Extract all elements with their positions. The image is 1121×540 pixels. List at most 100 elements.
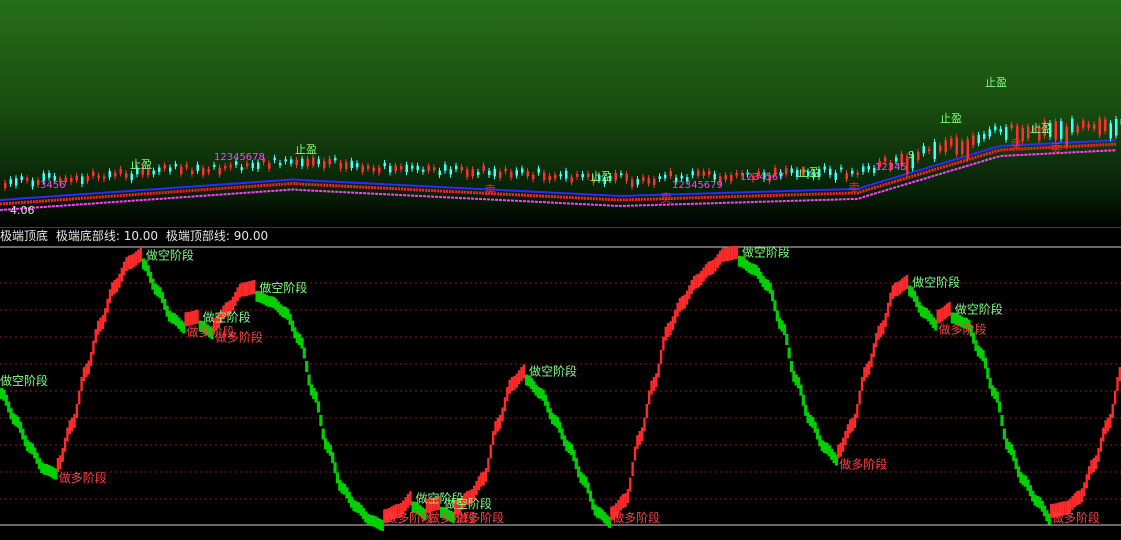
rising-bar: [665, 327, 667, 341]
rising-bar: [1114, 391, 1116, 405]
rising-bar: [520, 367, 522, 381]
short-phase-label: 做空阶段: [742, 246, 790, 260]
rising-bar: [239, 284, 241, 298]
rising-bar: [69, 420, 71, 434]
top-line-value: 极端顶部线: 90.00: [166, 229, 268, 243]
candle-body: [950, 139, 953, 146]
rising-bar: [646, 404, 648, 418]
rising-bar: [189, 312, 191, 326]
stop-profit-label: 止盈: [590, 170, 612, 183]
falling-bar: [1003, 429, 1006, 440]
rising-bar: [849, 419, 851, 433]
candle-body: [92, 171, 95, 175]
long-phase-label: 做多阶段: [215, 330, 263, 345]
candle-body: [989, 130, 992, 137]
candle-body: [1077, 126, 1080, 133]
rising-bar: [650, 381, 652, 395]
rising-bar: [939, 309, 941, 323]
candle-body: [373, 167, 376, 171]
candle-body: [1082, 121, 1085, 128]
candle-body: [681, 176, 684, 179]
candle-body: [1055, 122, 1058, 140]
rising-bar: [634, 447, 636, 461]
short-phase-label: 做空阶段: [955, 301, 1003, 316]
rising-bar: [95, 329, 97, 343]
rising-bar: [1083, 482, 1085, 496]
candle-body: [197, 165, 200, 171]
candle-body: [466, 169, 469, 177]
rising-bar: [404, 497, 406, 511]
candle-body: [351, 161, 354, 168]
rising-bar: [672, 316, 674, 330]
short-phase-label: 做空阶段: [529, 364, 577, 379]
candle-body: [571, 177, 574, 182]
falling-bar: [998, 402, 1001, 413]
candle-body: [98, 175, 101, 178]
candle-body: [417, 166, 420, 170]
candle-body: [428, 166, 431, 171]
stop-profit-label: 止盈: [130, 158, 152, 171]
candle-body: [978, 135, 981, 143]
rising-bar: [192, 311, 194, 325]
falling-bar: [785, 334, 788, 345]
rising-bar: [847, 424, 849, 438]
candle-body: [824, 166, 827, 169]
rising-bar: [76, 404, 78, 418]
candle-body: [967, 139, 970, 159]
rising-bar: [676, 303, 678, 317]
rising-bar: [736, 246, 738, 259]
candle-body: [406, 165, 409, 172]
rising-bar: [194, 310, 196, 324]
sell-label: 卖: [1050, 141, 1062, 155]
rising-bar: [88, 360, 90, 374]
candle-body: [576, 174, 579, 177]
indicator-info-bar: 极端顶底 极端底部线: 10.00 极端顶部线: 90.00: [0, 228, 1121, 246]
candle-body: [884, 158, 887, 162]
rising-bar: [641, 427, 643, 441]
rising-bar: [624, 493, 626, 507]
candle-body: [692, 171, 695, 175]
candle-body: [708, 171, 711, 175]
candle-body: [164, 165, 167, 169]
candle-body: [549, 176, 552, 181]
candle-body: [26, 178, 29, 180]
candle-body: [455, 166, 458, 169]
rising-bar: [123, 262, 125, 276]
candle-body: [15, 178, 18, 185]
rising-bar: [409, 491, 411, 505]
rising-bar: [887, 303, 889, 317]
candle-body: [241, 167, 244, 170]
candle-body: [648, 178, 651, 184]
short-phase-label: 做空阶段: [0, 373, 48, 388]
candle-body: [862, 167, 865, 172]
rising-bar: [882, 320, 884, 334]
long-phase-label: 做多阶段: [939, 322, 987, 337]
rising-bar: [719, 251, 721, 265]
candle-body: [180, 167, 183, 174]
candle-body: [477, 172, 480, 175]
candle-body: [846, 173, 849, 179]
candle-body: [703, 172, 706, 176]
candle-body: [1066, 127, 1069, 147]
candle-body: [444, 164, 447, 170]
rising-bar: [681, 296, 683, 310]
rising-bar: [83, 367, 85, 381]
falling-bar: [300, 338, 303, 349]
candle-body: [125, 173, 128, 178]
candle-body: [439, 171, 442, 175]
rising-bar: [892, 285, 894, 299]
stop-profit-label: 止盈: [1030, 122, 1052, 135]
indicator-chart: 做多阶段做空阶段做多阶段做空阶段做多阶段做空阶段做多阶段做空阶段做多阶段做空阶段…: [0, 246, 1121, 536]
rising-bar: [863, 367, 865, 381]
candle-body: [318, 159, 321, 164]
rising-bar: [99, 318, 101, 332]
candle-body: [312, 158, 315, 166]
candle-body: [934, 142, 937, 159]
rising-bar: [80, 377, 82, 391]
candle-body: [736, 173, 739, 176]
rising-bar: [837, 445, 839, 459]
candle-body: [384, 163, 387, 166]
rising-bar: [885, 313, 887, 327]
sell-label: 卖: [660, 191, 672, 205]
rising-bar: [712, 260, 714, 274]
